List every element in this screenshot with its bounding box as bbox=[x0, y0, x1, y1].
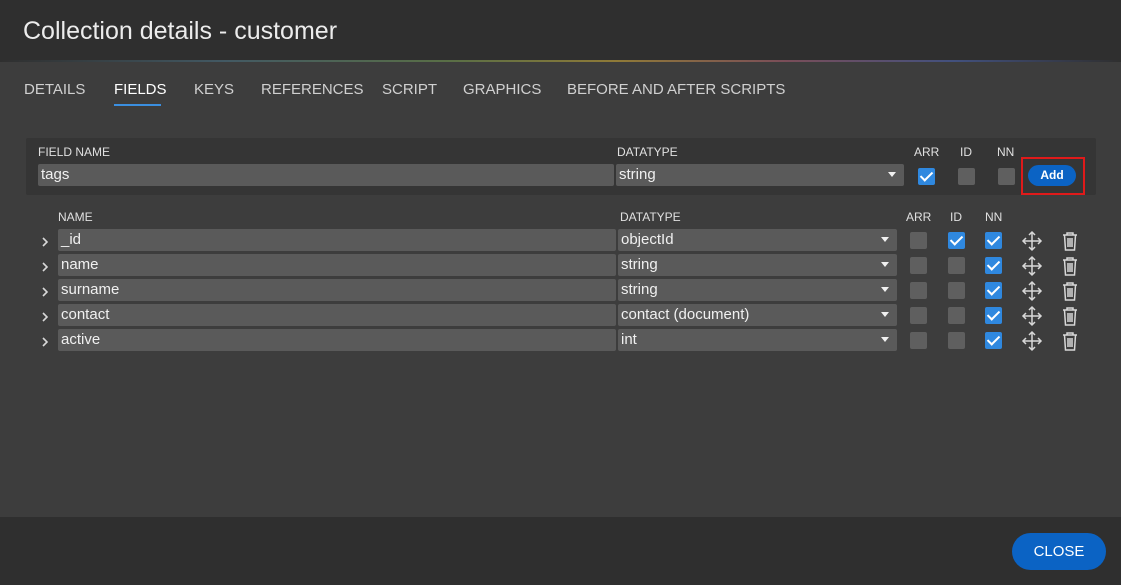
field-arr-checkbox[interactable] bbox=[910, 307, 927, 324]
move-icon[interactable] bbox=[1021, 280, 1043, 302]
tab-fields[interactable]: FIELDS bbox=[114, 81, 167, 98]
field-arr-checkbox[interactable] bbox=[910, 332, 927, 349]
field-id-checkbox[interactable] bbox=[948, 332, 965, 349]
dialog-header: Collection details - customer bbox=[0, 0, 1121, 62]
trash-icon[interactable] bbox=[1059, 305, 1081, 327]
id-label: ID bbox=[960, 145, 972, 159]
trash-icon[interactable] bbox=[1059, 255, 1081, 277]
tab-script[interactable]: SCRIPT bbox=[382, 81, 437, 98]
field-name-input[interactable]: _id bbox=[58, 229, 616, 251]
field-id-checkbox[interactable] bbox=[948, 282, 965, 299]
header-id: ID bbox=[950, 210, 962, 224]
dropdown-arrow-icon bbox=[888, 172, 896, 177]
new-field-name-input[interactable]: tags bbox=[38, 164, 614, 186]
field-datatype-select[interactable]: int bbox=[618, 329, 897, 351]
dropdown-arrow-icon bbox=[881, 287, 889, 292]
field-arr-checkbox[interactable] bbox=[910, 257, 927, 274]
dialog-title: Collection details - customer bbox=[23, 17, 338, 45]
expand-chevron-icon[interactable] bbox=[40, 309, 50, 322]
move-icon[interactable] bbox=[1021, 330, 1043, 352]
dropdown-arrow-icon bbox=[881, 237, 889, 242]
field-datatype-select[interactable]: string bbox=[618, 254, 897, 276]
field-name-input[interactable]: name bbox=[58, 254, 616, 276]
dropdown-arrow-icon bbox=[881, 262, 889, 267]
dropdown-arrow-icon bbox=[881, 312, 889, 317]
field-arr-checkbox[interactable] bbox=[910, 232, 927, 249]
header-name: NAME bbox=[58, 210, 93, 224]
nn-label: NN bbox=[997, 145, 1015, 159]
field-datatype-value: int bbox=[621, 331, 637, 348]
field-name-label: FIELD NAME bbox=[38, 145, 111, 159]
field-datatype-value: string bbox=[621, 281, 658, 298]
field-nn-checkbox[interactable] bbox=[985, 307, 1002, 324]
field-id-checkbox[interactable] bbox=[948, 257, 965, 274]
expand-chevron-icon[interactable] bbox=[40, 284, 50, 297]
new-field-arr-checkbox[interactable] bbox=[918, 168, 935, 185]
field-nn-checkbox[interactable] bbox=[985, 232, 1002, 249]
field-name-input[interactable]: contact bbox=[58, 304, 616, 326]
header-nn: NN bbox=[985, 210, 1003, 224]
new-field-datatype-select[interactable]: string bbox=[616, 164, 904, 186]
move-icon[interactable] bbox=[1021, 305, 1043, 327]
trash-icon[interactable] bbox=[1059, 330, 1081, 352]
tab-bar: DETAILS FIELDS KEYS REFERENCES SCRIPT GR… bbox=[0, 62, 1121, 112]
add-field-button[interactable]: Add bbox=[1028, 165, 1076, 186]
header-datatype: DATATYPE bbox=[620, 210, 681, 224]
move-icon[interactable] bbox=[1021, 255, 1043, 277]
arr-label: ARR bbox=[914, 145, 940, 159]
tab-references[interactable]: REFERENCES bbox=[261, 81, 364, 98]
active-tab-indicator bbox=[114, 104, 161, 106]
tab-before-after-scripts[interactable]: BEFORE AND AFTER SCRIPTS bbox=[567, 81, 785, 98]
field-datatype-value: contact (document) bbox=[621, 306, 750, 323]
expand-chevron-icon[interactable] bbox=[40, 234, 50, 247]
trash-icon[interactable] bbox=[1059, 230, 1081, 252]
move-icon[interactable] bbox=[1021, 230, 1043, 252]
datatype-label: DATATYPE bbox=[617, 145, 678, 159]
field-name-input[interactable]: active bbox=[58, 329, 616, 351]
tab-graphics[interactable]: GRAPHICS bbox=[463, 81, 541, 98]
close-button[interactable]: CLOSE bbox=[1012, 533, 1106, 570]
new-field-nn-checkbox[interactable] bbox=[998, 168, 1015, 185]
field-datatype-value: string bbox=[621, 256, 658, 273]
tab-keys[interactable]: KEYS bbox=[194, 81, 234, 98]
trash-icon[interactable] bbox=[1059, 280, 1081, 302]
new-field-id-checkbox[interactable] bbox=[958, 168, 975, 185]
field-arr-checkbox[interactable] bbox=[910, 282, 927, 299]
new-field-datatype-value: string bbox=[619, 166, 656, 183]
field-id-checkbox[interactable] bbox=[948, 307, 965, 324]
field-nn-checkbox[interactable] bbox=[985, 332, 1002, 349]
field-name-input[interactable]: surname bbox=[58, 279, 616, 301]
tab-details[interactable]: DETAILS bbox=[24, 81, 85, 98]
field-datatype-select[interactable]: objectId bbox=[618, 229, 897, 251]
field-nn-checkbox[interactable] bbox=[985, 282, 1002, 299]
field-datatype-select[interactable]: string bbox=[618, 279, 897, 301]
field-datatype-select[interactable]: contact (document) bbox=[618, 304, 897, 326]
dropdown-arrow-icon bbox=[881, 337, 889, 342]
expand-chevron-icon[interactable] bbox=[40, 334, 50, 347]
field-id-checkbox[interactable] bbox=[948, 232, 965, 249]
field-datatype-value: objectId bbox=[621, 231, 674, 248]
expand-chevron-icon[interactable] bbox=[40, 259, 50, 272]
header-arr: ARR bbox=[906, 210, 932, 224]
dialog-footer bbox=[0, 517, 1121, 585]
field-nn-checkbox[interactable] bbox=[985, 257, 1002, 274]
